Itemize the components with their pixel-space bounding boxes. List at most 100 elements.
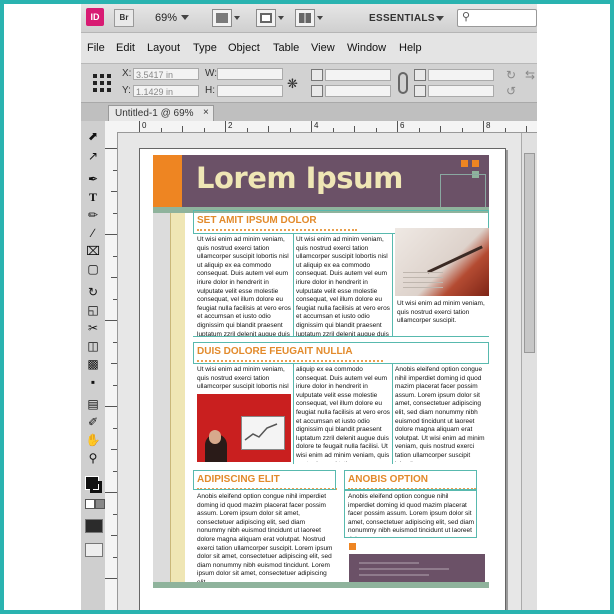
ruler-label: 0 <box>142 121 147 130</box>
scale-y-field[interactable] <box>325 85 391 97</box>
constrain-proportions-icon[interactable]: ❋ <box>287 76 298 92</box>
shear-field[interactable] <box>428 85 494 97</box>
menu-view[interactable]: View <box>311 42 335 54</box>
horizontal-ruler: 0 2 4 6 8 <box>105 121 537 133</box>
chain-link-icon[interactable] <box>398 72 408 94</box>
scale-x-icon <box>311 69 323 81</box>
scale-y-icon <box>311 85 323 97</box>
workspace-dropdown-icon[interactable] <box>436 16 444 21</box>
close-icon[interactable]: × <box>203 107 209 118</box>
width-field[interactable] <box>217 68 283 80</box>
menu-object[interactable]: Object <box>228 42 260 54</box>
chevron-down-icon[interactable] <box>317 16 323 20</box>
stroke-swatch[interactable] <box>90 481 102 493</box>
body-text-column[interactable]: Ut wisi enim ad minim veniam, quis nostr… <box>296 236 390 336</box>
flip-icon[interactable]: ⇆ <box>525 68 535 82</box>
orange-square-icon <box>349 543 356 550</box>
menu-help[interactable]: Help <box>399 42 422 54</box>
indesign-window: ID Br 69% ESSENTIALS ⚲ File Edit Layout … <box>81 4 537 610</box>
pen-tool-icon[interactable]: ✒ <box>85 171 101 187</box>
body-text-column[interactable]: Anobis eleifend option congue nihil impe… <box>395 366 489 462</box>
column-guide <box>392 364 393 464</box>
h-label: H: <box>205 85 215 96</box>
arrange-documents-icon[interactable] <box>295 9 315 27</box>
rotate-tool-icon[interactable]: ↻ <box>85 284 101 300</box>
zoom-tool-icon[interactable]: ⚲ <box>85 450 101 466</box>
menu-window[interactable]: Window <box>347 42 386 54</box>
note-tool-icon[interactable]: ▤ <box>85 396 101 412</box>
body-text-column[interactable]: Anobis eleifend option congue nihil impe… <box>197 493 335 583</box>
tools-panel: ⬈ ↗ ✒ T ✏ ∕ ⌧ ▢ ↻ ◱ ✂ ◫ ▩ ▪ ▤ ✐ ✋ ⚲ <box>81 121 106 610</box>
menu-edit[interactable]: Edit <box>116 42 135 54</box>
zoom-level[interactable]: 69% <box>155 12 177 24</box>
page-title[interactable]: Lorem Ipsum <box>196 161 403 195</box>
ruler-label: 2 <box>228 121 233 130</box>
menu-table[interactable]: Table <box>273 42 299 54</box>
swap-colors-icon[interactable] <box>95 499 105 509</box>
scale-tool-icon[interactable]: ◱ <box>85 302 101 318</box>
menu-bar: File Edit Layout Type Object Table View … <box>81 33 537 64</box>
rotation-field[interactable] <box>428 69 494 81</box>
chevron-down-icon[interactable] <box>278 16 284 20</box>
default-colors-icon[interactable] <box>85 499 95 509</box>
free-transform-tool-icon[interactable]: ◫ <box>85 338 101 354</box>
height-field[interactable] <box>217 85 283 97</box>
y-label: Y: <box>122 85 131 96</box>
help-search-input[interactable]: ⚲ <box>457 9 537 27</box>
gradient-feather-tool-icon[interactable]: ▪ <box>85 374 101 390</box>
screen-mode-icon[interactable] <box>256 9 276 27</box>
rotate-cw-icon[interactable]: ↻ <box>506 68 516 82</box>
pencil-tool-icon[interactable]: ✏ <box>85 207 101 223</box>
line-tool-icon[interactable]: ∕ <box>85 225 101 241</box>
control-panel: X: 3.5417 in Y: 1.1429 in W: H: ❋ ↻ ↺ ⇆ <box>81 64 537 103</box>
page-margin-strip <box>153 210 170 588</box>
ruler-label: 4 <box>314 121 319 130</box>
body-text-column[interactable]: aliquip ex ea commodo consequat. Duis au… <box>296 366 390 462</box>
orange-accent-block <box>153 155 182 207</box>
preview-mode-icon[interactable] <box>85 543 103 557</box>
rectangle-frame-tool-icon[interactable]: ⌧ <box>85 243 101 259</box>
document-tab[interactable]: Untitled-1 @ 69% × <box>108 105 214 121</box>
footer-band[interactable] <box>349 554 485 584</box>
bridge-button[interactable]: Br <box>114 9 134 27</box>
rectangle-tool-icon[interactable]: ▢ <box>85 261 101 277</box>
orange-square-icon <box>472 160 479 167</box>
scrollbar-thumb[interactable] <box>524 153 535 353</box>
view-options-icon[interactable] <box>212 9 232 27</box>
body-text-column[interactable]: Ut wisi enim ad minim veniam, quis nostr… <box>197 236 291 336</box>
reference-point-icon[interactable] <box>93 74 111 92</box>
menu-layout[interactable]: Layout <box>147 42 180 54</box>
body-text-column[interactable]: Ut wisi enim ad minim veniam, quis nostr… <box>197 366 291 392</box>
zoom-dropdown-icon[interactable] <box>181 15 189 20</box>
hand-writing-photo[interactable] <box>395 228 489 296</box>
scissors-tool-icon[interactable]: ✂ <box>85 320 101 336</box>
normal-view-mode-icon[interactable] <box>85 519 103 533</box>
type-tool-icon[interactable]: T <box>85 189 101 205</box>
menu-file[interactable]: File <box>87 42 105 54</box>
workspace-switcher[interactable]: ESSENTIALS <box>369 13 435 24</box>
rotate-ccw-icon[interactable]: ↺ <box>506 84 516 98</box>
x-label: X: <box>122 68 132 79</box>
chevron-down-icon[interactable] <box>234 16 240 20</box>
footer-rule <box>153 582 489 588</box>
hand-tool-icon[interactable]: ✋ <box>85 432 101 448</box>
document-tab-title: Untitled-1 @ 69% <box>115 108 194 119</box>
eyedropper-tool-icon[interactable]: ✐ <box>85 414 101 430</box>
screenshot-frame: ID Br 69% ESSENTIALS ⚲ File Edit Layout … <box>4 4 610 610</box>
gradient-swatch-tool-icon[interactable]: ▩ <box>85 356 101 372</box>
y-position-field[interactable]: 1.1429 in <box>133 85 199 97</box>
ruler-label: 8 <box>486 121 491 130</box>
direct-selection-tool-icon[interactable]: ↗ <box>85 148 101 164</box>
x-position-field[interactable]: 3.5417 in <box>133 68 199 80</box>
cream-sidebar-strip <box>170 210 185 588</box>
man-with-chart-photo[interactable] <box>197 394 291 462</box>
orange-square-icon <box>461 160 468 167</box>
menu-type[interactable]: Type <box>193 42 217 54</box>
selection-tool-icon[interactable]: ⬈ <box>85 128 101 144</box>
text-frame-guide <box>193 470 336 490</box>
scale-x-field[interactable] <box>325 69 391 81</box>
search-icon: ⚲ <box>462 11 471 23</box>
vertical-scrollbar[interactable] <box>521 133 537 610</box>
decorative-frame <box>440 174 486 208</box>
photo-caption[interactable]: Ut wisi enim ad minim veniam, quis nostr… <box>397 300 489 326</box>
